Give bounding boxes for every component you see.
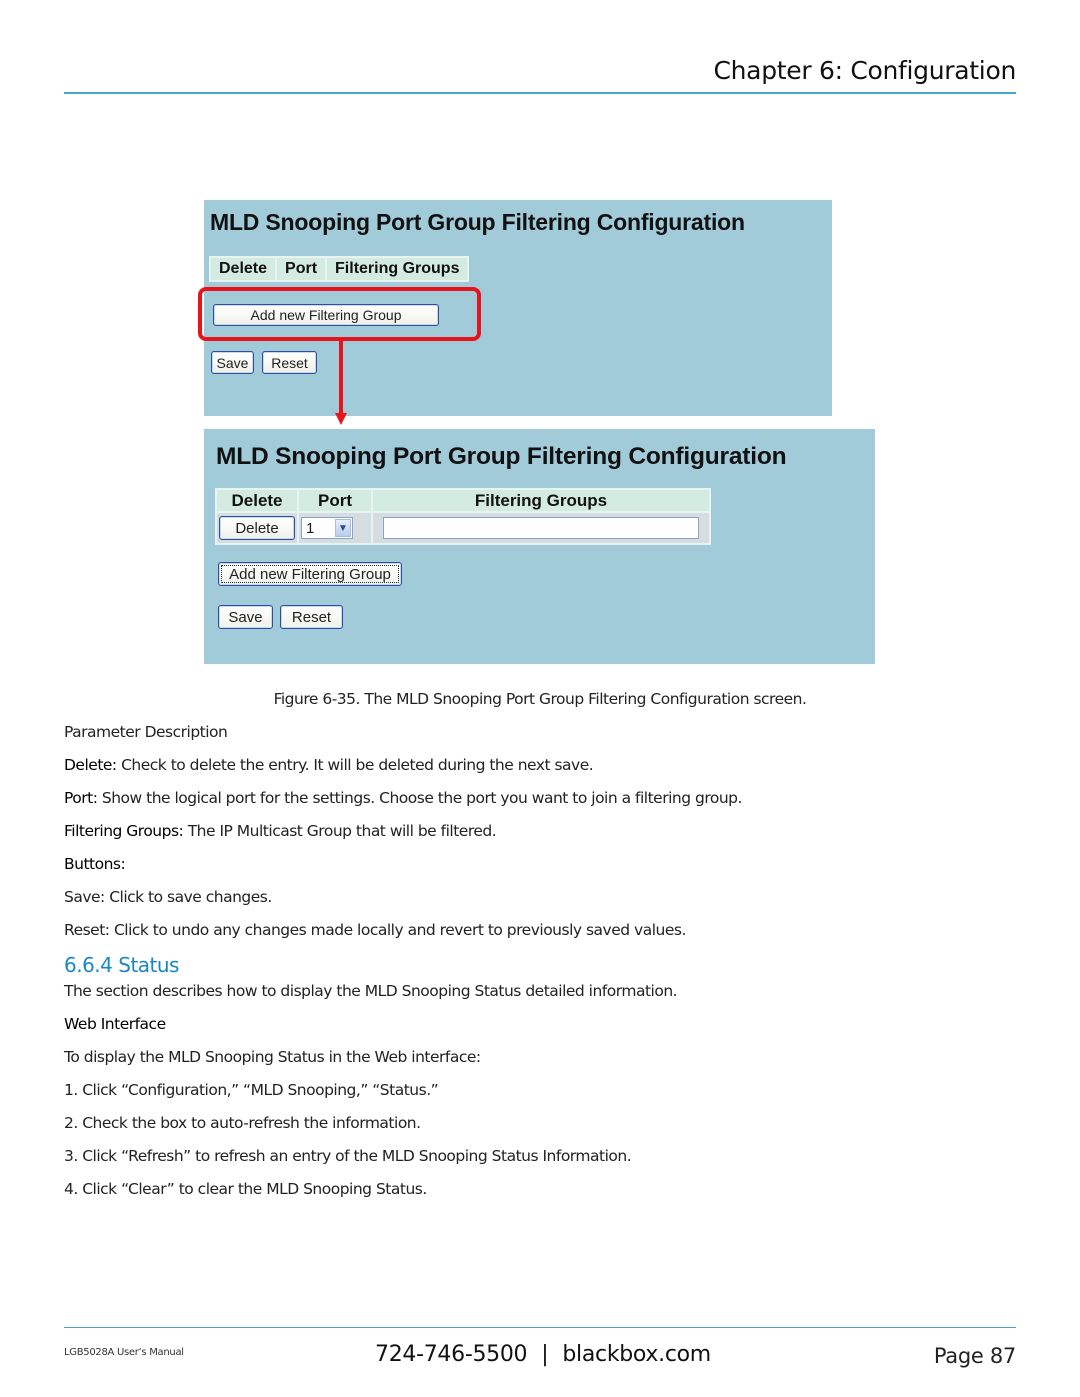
param-term: Port: <box>64 789 98 807</box>
filtering-table: Delete Port Filtering Groups Delete 1 ▼ <box>215 488 711 545</box>
callout-arrow-line <box>339 337 343 415</box>
param-term: Filtering Groups: <box>64 822 184 840</box>
screen-title: MLD Snooping Port Group Filtering Config… <box>216 443 787 470</box>
column-header-delete: Delete <box>211 258 276 280</box>
section-intro: The section describes how to display the… <box>64 982 678 1000</box>
step-4: 4. Click “Clear” to clear the MLD Snoopi… <box>64 1180 427 1198</box>
chevron-down-icon: ▼ <box>335 519 351 537</box>
header-divider <box>64 92 1016 94</box>
buttons-heading: Buttons: <box>64 855 126 873</box>
figure-caption: Figure 6-35. The MLD Snooping Port Group… <box>273 690 807 708</box>
port-select-value: 1 <box>306 519 315 537</box>
param-desc: The IP Multicast Group that will be filt… <box>183 822 497 840</box>
column-header-filtering-groups: Filtering Groups <box>373 490 709 511</box>
web-interface-intro: To display the MLD Snooping Status in th… <box>64 1048 481 1066</box>
filtering-groups-input[interactable] <box>383 517 699 539</box>
column-header-port: Port <box>299 490 371 511</box>
param-desc: Show the logical port for the settings. … <box>97 789 743 807</box>
parameter-description-heading: Parameter Description <box>64 723 228 741</box>
row-delete-button[interactable]: Delete <box>219 516 295 540</box>
step-3: 3. Click “Refresh” to refresh an entry o… <box>64 1147 632 1165</box>
footer-separator: | <box>541 1342 549 1367</box>
arrow-down-icon <box>335 413 347 425</box>
reset-button[interactable]: Reset <box>280 605 343 629</box>
page-number: Page 87 <box>933 1344 1016 1368</box>
manual-name: LGB5028A User’s Manual <box>64 1347 184 1358</box>
step-1: 1. Click “Configuration,” “MLD Snooping,… <box>64 1081 439 1099</box>
column-header-filtering-groups: Filtering Groups <box>327 258 468 280</box>
save-button[interactable]: Save <box>218 605 273 629</box>
table-row: Delete 1 ▼ <box>217 513 709 543</box>
filtering-table-empty: Delete Port Filtering Groups <box>209 256 470 282</box>
website-link[interactable]: blackbox.com <box>562 1342 711 1367</box>
phone-number: 724-746-5500 <box>375 1342 528 1367</box>
save-button[interactable]: Save <box>211 351 254 374</box>
button-desc-save: Save: Click to save changes. <box>64 888 272 906</box>
add-filtering-group-button[interactable]: Add new Filtering Group <box>218 562 402 586</box>
section-heading: 6.6.4 Status <box>64 953 179 977</box>
param-port: Port: Show the logical port for the sett… <box>64 789 742 807</box>
param-desc: Check to delete the entry. It will be de… <box>116 756 594 774</box>
param-filtering-groups: Filtering Groups: The IP Multicast Group… <box>64 822 497 840</box>
button-desc-reset: Reset: Click to undo any changes made lo… <box>64 921 686 939</box>
column-header-port: Port <box>277 258 326 280</box>
column-header-delete: Delete <box>217 490 297 511</box>
step-2: 2. Check the box to auto-refresh the inf… <box>64 1114 421 1132</box>
footer-contact: 724-746-5500 | blackbox.com <box>375 1342 711 1367</box>
screenshot-after: MLD Snooping Port Group Filtering Config… <box>204 429 875 664</box>
param-delete: Delete: Check to delete the entry. It wi… <box>64 756 594 774</box>
chapter-title: Chapter 6: Configuration <box>713 56 1016 85</box>
footer-divider <box>64 1327 1016 1328</box>
screen-title: MLD Snooping Port Group Filtering Config… <box>210 209 745 235</box>
callout-highlight-box <box>198 287 481 341</box>
port-select[interactable]: 1 ▼ <box>301 517 353 539</box>
web-interface-heading: Web Interface <box>64 1015 166 1033</box>
param-term: Delete: <box>64 756 117 774</box>
reset-button[interactable]: Reset <box>262 351 317 374</box>
